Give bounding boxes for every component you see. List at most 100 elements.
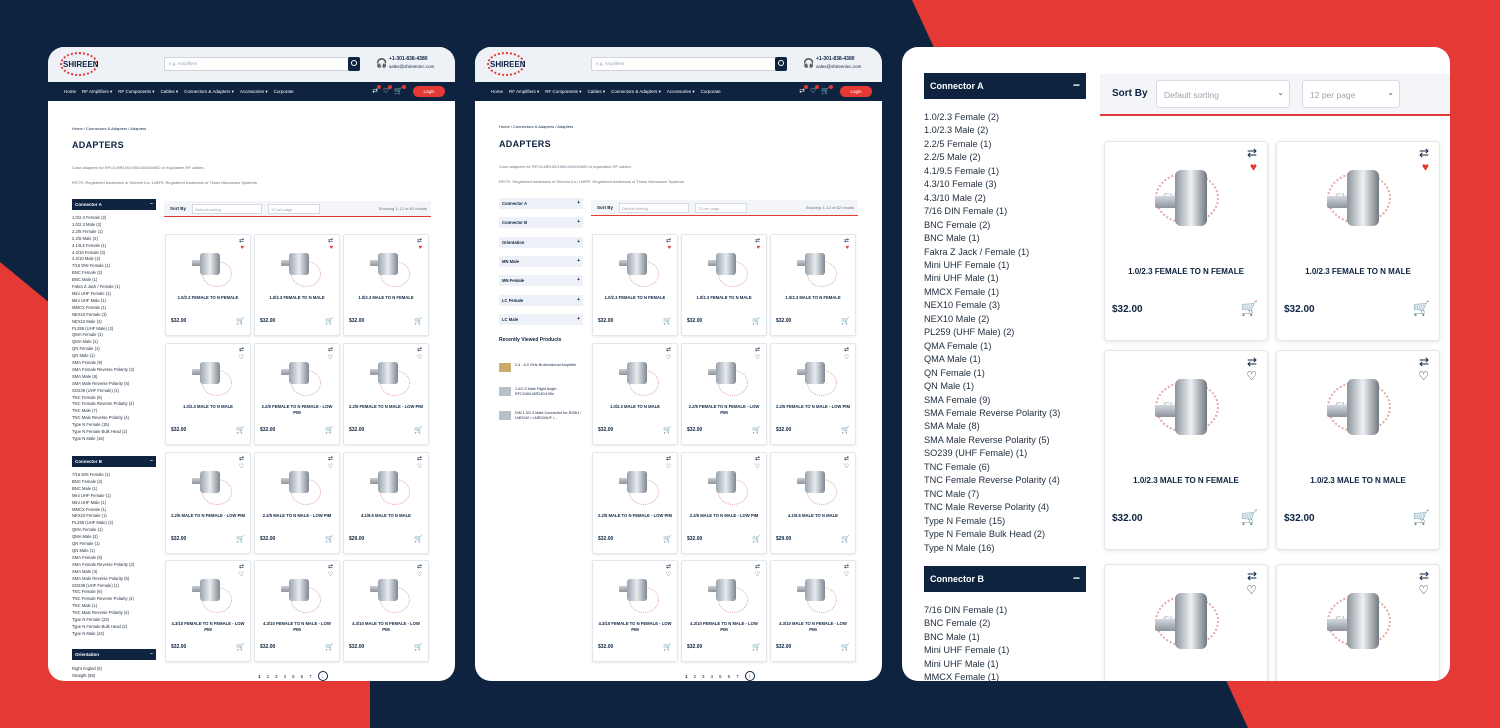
cart-icon[interactable]: 🛒 <box>752 535 761 543</box>
filter-option[interactable]: MMCX Female (1) <box>924 671 1009 681</box>
nav-item[interactable]: RF Components ▾ <box>545 89 581 95</box>
filter-option[interactable]: MMCX Female (1) <box>72 507 134 514</box>
filter-option[interactable]: Fakra Z Jack / Female (1) <box>72 284 134 291</box>
product-card[interactable]: ⇄ ♡ 4.3/10 FEMALE TO N FEMALE - LOW PIM $32… <box>592 560 678 662</box>
page-link[interactable]: 4 <box>711 674 714 679</box>
filter-option[interactable]: PL259 (UHF Male) (2) <box>924 326 1060 339</box>
recent-item[interactable]: 2.4 - 6.0 GHz Bi-directional Amplifier <box>499 363 589 375</box>
filter-option[interactable]: BNC Male (1) <box>924 631 1009 644</box>
product-name[interactable]: 2.2/5 FEMALE TO N FEMALE - LOW PIM <box>259 404 335 415</box>
product-card[interactable]: ⇄ ♡ 2.2/5 FEMALE TO N MALE - LOW PIM $32.00… <box>770 343 856 445</box>
heart-icon[interactable]: ♡ <box>844 463 849 470</box>
filter-option[interactable]: PL259 (UHF Male) (2) <box>72 326 134 333</box>
compare-icon[interactable]: ⇄ <box>1419 355 1429 369</box>
product-image[interactable] <box>793 465 837 505</box>
filter-option[interactable]: 2.2/5 Male (2) <box>924 151 1060 164</box>
cart-icon[interactable]: 🛒 <box>841 643 850 651</box>
heart-icon[interactable]: ♡ <box>844 571 849 578</box>
compare-icon[interactable]: ⇄ <box>417 346 422 353</box>
filter-option[interactable]: 4.3/10 Male (2) <box>72 256 134 263</box>
filter-option[interactable]: SMA Female Reverse Polarity (3) <box>72 367 134 374</box>
filter-option[interactable]: Mini UHF Female (1) <box>72 291 134 298</box>
heart-icon[interactable]: ♡ <box>666 571 671 578</box>
compare-icon[interactable]: ⇄ <box>417 563 422 570</box>
compare-icon[interactable]: ⇄ <box>666 346 671 353</box>
filter-option[interactable]: SMA Female (5) <box>72 555 134 562</box>
filter-option[interactable]: SO239 (UHF Female) (1) <box>72 583 134 590</box>
filter-accordion-item[interactable]: MN Male + <box>499 255 583 267</box>
product-image[interactable] <box>366 465 410 505</box>
product-name[interactable]: 1.0/2.3 FEMALE TO N MALE <box>259 295 335 301</box>
filter-option[interactable]: 2.2/5 Male (2) <box>72 236 134 243</box>
product-card[interactable]: SHIREEN ⇄♡ 1.0/2.3 MALE TO N MALE $32.00 🛒 <box>1276 350 1440 550</box>
product-image[interactable] <box>793 247 837 287</box>
product-image[interactable] <box>188 465 232 505</box>
filter-option[interactable]: 7/16 DIN Female (1) <box>72 263 134 270</box>
heart-icon[interactable]: ♡ <box>1246 583 1257 597</box>
heart-icon[interactable]: ♥ <box>756 245 760 251</box>
filter-option[interactable]: BNC Female (2) <box>72 270 134 277</box>
product-name[interactable]: 1.0/2.3 MALE TO N MALE <box>170 404 246 410</box>
filter-option[interactable]: QMA Male (1) <box>924 353 1060 366</box>
filter-option[interactable]: TNC Male Reverse Polarity (4) <box>72 415 134 422</box>
filter-option[interactable]: Right Angled (5) <box>72 666 102 673</box>
filter-option[interactable]: QMA Female (1) <box>72 527 134 534</box>
filter-option[interactable]: TNC Female Reverse Polarity (4) <box>72 401 134 408</box>
product-image[interactable] <box>277 247 321 287</box>
filter-option[interactable]: 2.2/5 Female (1) <box>924 138 1060 151</box>
sort-select[interactable]: Default sorting <box>619 203 689 213</box>
compare-icon[interactable]: ⇄ <box>328 237 333 244</box>
product-name[interactable]: 4.1/9.5 MALE TO N MALE <box>348 513 424 519</box>
filter-option[interactable]: Mini UHF Male (1) <box>72 500 134 507</box>
compare-icon[interactable]: ⇄ <box>844 346 849 353</box>
compare-icon[interactable]: ⇄ <box>1419 146 1429 160</box>
product-image[interactable]: SHIREEN <box>1145 369 1229 445</box>
per-page-select[interactable]: 12 per page <box>268 204 320 214</box>
chevron-right-icon[interactable]: › <box>317 671 328 681</box>
filter-accordion-item[interactable]: Connector A + <box>499 198 583 209</box>
cart-icon[interactable]: 🛒 <box>325 643 334 651</box>
compare-icon[interactable]: ⇄ <box>328 455 333 462</box>
heart-icon[interactable]: ♡ <box>328 354 333 361</box>
product-name[interactable]: 1.0/2.3 MALE TO N FEMALE <box>775 295 851 301</box>
filter-option[interactable]: 1.0/2.3 Male (2) <box>72 222 134 229</box>
product-image[interactable]: SHIREEN <box>1317 160 1401 236</box>
heart-icon[interactable]: ♡ <box>328 463 333 470</box>
recent-item[interactable]: DIN 1.0/2.3 Male Connector for RG8U / LM… <box>499 411 589 423</box>
filter-accordion-item[interactable]: Connector B + <box>499 217 583 229</box>
heart-icon[interactable]: ♡ <box>666 354 671 361</box>
product-card[interactable]: ⇄ ♡ 2.2/5 FEMALE TO N FEMALE - LOW PIM $32.… <box>254 343 340 445</box>
filter-option[interactable]: Type N Female Bulk Head (2) <box>72 429 134 436</box>
heart-icon[interactable]: ♡ <box>239 354 244 361</box>
filter-option[interactable]: NEX10 Female (3) <box>72 312 134 319</box>
compare-icon[interactable]: ⇄ <box>666 455 671 462</box>
product-name[interactable]: 1.0/2.3 FEMALE TO N FEMALE <box>1113 266 1259 278</box>
email-link[interactable]: sales@shireeninc.com <box>816 64 861 69</box>
filter-option[interactable]: SMA Female (9) <box>924 394 1060 407</box>
product-name[interactable]: 1.0/2.3 MALE TO N FEMALE <box>1113 475 1259 487</box>
filter-option[interactable]: Type N Male (24) <box>72 631 134 638</box>
filter-option[interactable]: Mini UHF Male (1) <box>924 658 1009 671</box>
filter-option[interactable]: TNC Male (1) <box>72 603 134 610</box>
product-name[interactable]: 2.2/5 FEMALE TO N FEMALE - LOW PIM <box>686 404 762 415</box>
product-card[interactable]: ⇄ ♡ 4.3/10 MALE TO N FEMALE - LOW PIM $32.0… <box>770 560 856 662</box>
product-card[interactable]: ⇄ ♡ 2.2/5 FEMALE TO N MALE - LOW PIM $32.00… <box>343 343 429 445</box>
filter-option[interactable]: BNC Male (1) <box>72 277 134 284</box>
filter-connector-b-header[interactable]: Connector B − <box>924 566 1086 592</box>
heart-icon[interactable]: ♡ <box>239 571 244 578</box>
filter-option[interactable]: 7/16 DIN Female (1) <box>72 472 134 479</box>
per-page-select[interactable]: 12 per page <box>695 203 747 213</box>
filter-option[interactable]: BNC Female (2) <box>924 617 1009 630</box>
filter-option[interactable]: 4.3/10 Female (3) <box>72 250 134 257</box>
nav-item[interactable]: RF Components ▾ <box>118 89 154 95</box>
filter-option[interactable]: NEX10 Female (3) <box>924 299 1060 312</box>
heart-icon[interactable]: ♡ <box>844 354 849 361</box>
filter-option[interactable]: SMA Female (9) <box>72 360 134 367</box>
cart-icon[interactable]: 🛒 <box>841 317 850 325</box>
compare-icon[interactable]: ⇄ <box>239 563 244 570</box>
product-image[interactable] <box>277 356 321 396</box>
heart-icon[interactable]: ♡ <box>417 463 422 470</box>
logo[interactable]: SHIREEN <box>60 52 99 76</box>
filter-option[interactable]: 4.1/9.5 Female (1) <box>924 165 1060 178</box>
filter-option[interactable]: Type N Male (16) <box>72 436 134 443</box>
